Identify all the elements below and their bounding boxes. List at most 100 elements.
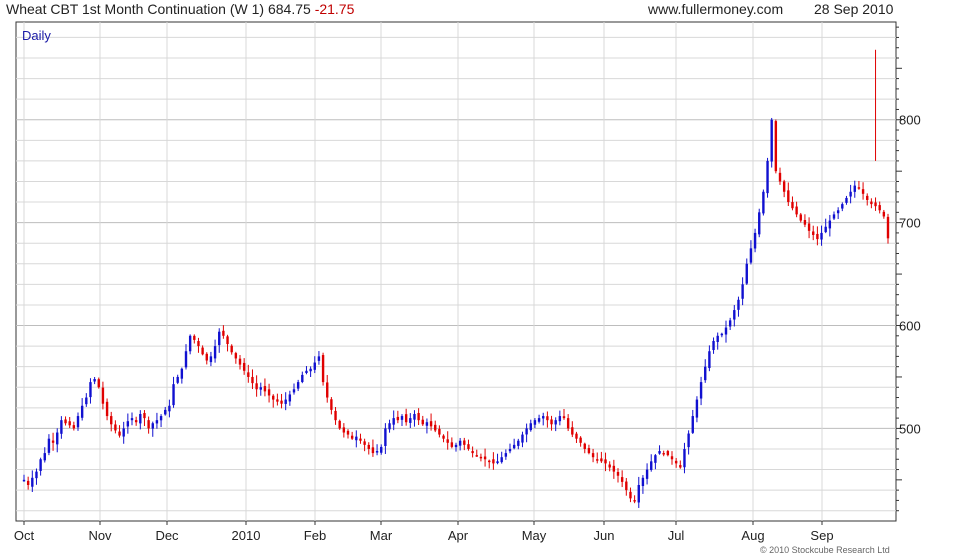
- candle-body: [795, 206, 798, 215]
- candle-body: [56, 432, 59, 445]
- candle-body: [371, 447, 375, 454]
- candle-body: [596, 459, 599, 461]
- candle-body: [716, 335, 719, 342]
- candle-body: [151, 423, 154, 429]
- candle-body: [662, 453, 665, 455]
- candle-body: [861, 189, 865, 194]
- candle-body: [222, 330, 225, 336]
- candle-body: [608, 464, 611, 468]
- candle-body: [380, 446, 383, 453]
- candle-body: [388, 423, 391, 430]
- candle-body: [450, 442, 454, 447]
- candle-body: [517, 440, 520, 446]
- candle-body: [691, 416, 694, 433]
- candle-body: [479, 456, 483, 459]
- candle-body: [558, 416, 562, 422]
- candle-body: [766, 160, 769, 194]
- candle-body: [629, 491, 632, 499]
- candle-body: [857, 187, 861, 189]
- candle-body: [301, 374, 304, 382]
- candle-body: [504, 453, 508, 457]
- candle-body: [637, 484, 640, 503]
- candle-body: [874, 202, 877, 207]
- candle-body: [118, 431, 121, 436]
- candle-body: [758, 212, 761, 235]
- candle-body: [134, 420, 138, 423]
- x-tick-label: Mar: [370, 528, 393, 543]
- candle-body: [658, 451, 661, 454]
- wheat-price-chart: 500 600 700 800 Oct Nov Dec 2010 Feb Mar Apr May Ju…: [14, 21, 921, 543]
- candle-body: [80, 405, 84, 418]
- candle-body: [728, 320, 732, 327]
- candle-body: [753, 232, 757, 249]
- candle-body: [442, 435, 445, 439]
- candle-body: [409, 418, 412, 423]
- candle-body: [512, 444, 516, 449]
- candle-body: [180, 368, 184, 379]
- candle-body: [193, 335, 196, 340]
- candle-body: [234, 353, 238, 359]
- candle-body: [787, 190, 790, 203]
- candle-body: [201, 347, 204, 355]
- candle-body: [724, 327, 728, 335]
- candle-body: [604, 459, 607, 464]
- candle-body: [110, 416, 113, 425]
- candle-body: [475, 455, 478, 457]
- candle-body: [346, 430, 350, 435]
- candle-body: [712, 340, 715, 351]
- candle-body: [85, 397, 88, 405]
- candle-body: [836, 210, 840, 214]
- candle-body: [488, 460, 491, 463]
- candle-body: [176, 376, 179, 383]
- candle-body: [799, 214, 802, 221]
- y-tick-label: 800: [899, 113, 921, 128]
- candle-body: [853, 185, 856, 192]
- candle-body: [425, 422, 429, 426]
- candle-body: [326, 382, 329, 398]
- candle-body: [35, 471, 38, 479]
- candle-body: [267, 389, 271, 396]
- candle-body: [737, 299, 740, 310]
- candle-body: [429, 421, 433, 427]
- x-tick-label: Feb: [304, 528, 326, 543]
- candle-body: [454, 444, 458, 448]
- candle-body: [363, 441, 366, 445]
- candle-body: [566, 418, 570, 429]
- candle-body: [51, 440, 55, 443]
- candle-body: [188, 335, 192, 352]
- candle-body: [276, 399, 279, 402]
- candle-body: [375, 451, 379, 453]
- price-candles: [22, 49, 890, 508]
- candle-body: [467, 444, 470, 449]
- candle-body: [350, 435, 354, 439]
- candle-body: [807, 223, 811, 231]
- candle-body: [205, 353, 208, 361]
- candle-body: [122, 428, 125, 437]
- candle-body: [213, 346, 217, 359]
- candle-body: [155, 420, 159, 424]
- candle-body: [184, 351, 188, 368]
- candle-body: [537, 418, 541, 422]
- candle-body: [575, 433, 578, 439]
- candle-body: [587, 448, 591, 454]
- candle-body: [820, 232, 823, 240]
- candle-body: [849, 191, 852, 197]
- candle-body: [882, 211, 886, 217]
- candle-body: [699, 382, 703, 399]
- candle-body: [417, 412, 420, 421]
- candle-body: [367, 444, 370, 449]
- candle-body: [525, 428, 528, 435]
- candle-body: [396, 416, 400, 421]
- candle-body: [288, 394, 292, 402]
- candle-body: [305, 370, 308, 374]
- candle-body: [878, 205, 881, 211]
- candle-body: [749, 248, 753, 263]
- candle-body: [39, 459, 42, 471]
- candle-body: [400, 416, 404, 420]
- candle-body: [542, 416, 545, 419]
- candle-body: [126, 421, 130, 427]
- candle-body: [330, 399, 333, 410]
- candle-body: [866, 195, 869, 200]
- candle-body: [591, 453, 595, 458]
- candle-body: [172, 384, 175, 406]
